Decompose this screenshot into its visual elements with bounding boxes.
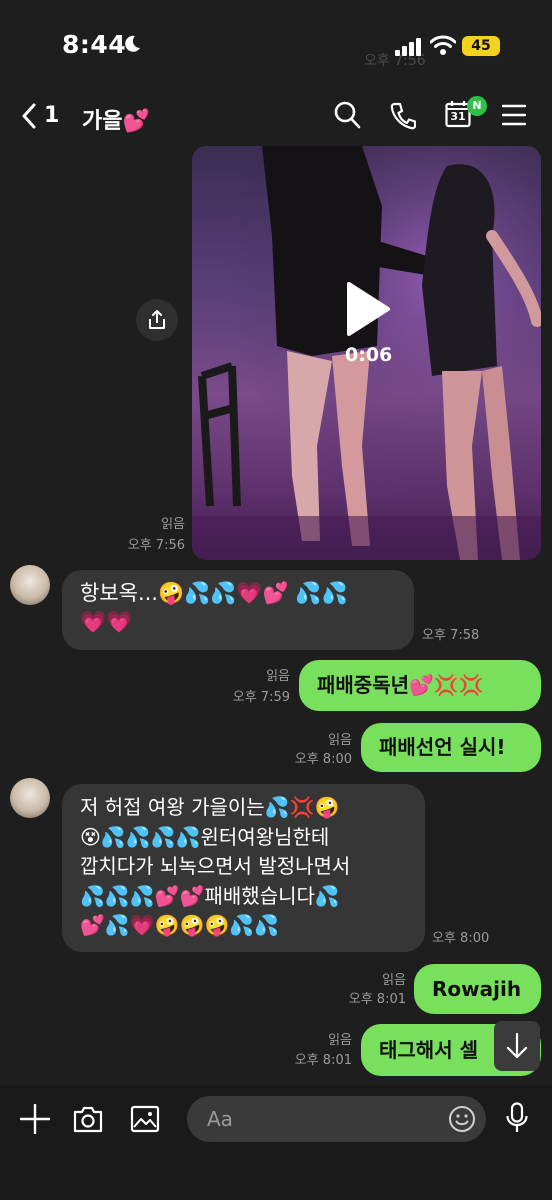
message-line: 항보옥...🤪💦💦💗💕 💦💦 [80, 581, 348, 605]
read-label: 읽음 [382, 973, 406, 988]
play-icon[interactable] [345, 281, 391, 337]
phone-icon[interactable] [390, 102, 416, 130]
avatar[interactable] [10, 565, 50, 605]
arrow-down-icon [506, 1032, 528, 1059]
outgoing-message: Rowajih [414, 964, 541, 1014]
message-line: 💦💦💦💕💕패배했습니다💦 [80, 883, 340, 908]
message-timestamp: 오후 8:01 [348, 992, 406, 1007]
outgoing-message: 패배중독년💕💢💢 [299, 660, 541, 711]
emoji-icon[interactable] [448, 1105, 476, 1133]
menu-icon[interactable] [502, 104, 526, 126]
share-button[interactable] [136, 299, 178, 341]
message-timestamp: 오후 8:01 [294, 1053, 352, 1068]
video-thumbnail[interactable]: 0:06 [192, 146, 541, 560]
video-timestamp: 오후 7:56 [127, 538, 185, 553]
message-timestamp: 오후 8:00 [294, 752, 352, 767]
message-timestamp: 오후 7:59 [232, 690, 290, 705]
message-timestamp: 오후 7:58 [422, 628, 480, 643]
read-label: 읽음 [266, 669, 290, 684]
battery-indicator: 45 [462, 36, 500, 56]
calendar-day: 31 [450, 110, 466, 123]
wifi-icon [430, 35, 456, 55]
microphone-icon[interactable] [505, 1102, 529, 1134]
message-line: 💕💦💗🤪🤪🤪💦💦 [80, 913, 280, 937]
read-label: 읽음 [328, 733, 352, 748]
unread-count[interactable]: 1 [44, 103, 59, 128]
incoming-message: 항보옥...🤪💦💦💗💕 💦💦 💗💗 [62, 570, 414, 650]
calendar-new-badge: N [467, 96, 487, 116]
message-line: 깝치다가 뇌녹으면서 발정나면서 [80, 854, 351, 878]
message-line: 저 허접 여왕 가을이는💦💢🤪 [80, 795, 340, 819]
message-input-placeholder: Aa [207, 1107, 233, 1131]
plus-icon[interactable] [20, 1104, 50, 1134]
scroll-to-bottom-button[interactable] [494, 1021, 540, 1071]
video-read-label: 읽음 [161, 517, 185, 532]
video-duration: 0:06 [345, 344, 393, 366]
back-chevron-icon[interactable] [20, 102, 38, 130]
incoming-message: 저 허접 여왕 가을이는💦💢🤪 😵💦💦💦💦윈터여왕님한테 깝치다가 뇌녹으면서 … [62, 784, 425, 952]
image-icon[interactable] [130, 1105, 160, 1133]
read-label: 읽음 [328, 1033, 352, 1048]
search-icon[interactable] [333, 100, 361, 130]
message-line: 💗💗 [80, 610, 133, 634]
camera-icon[interactable] [72, 1104, 104, 1134]
status-time: 8:44 [62, 30, 127, 59]
signal-icon [395, 38, 421, 56]
share-icon [149, 310, 165, 329]
chat-title[interactable]: 가을💕 [82, 103, 150, 135]
message-line: 😵💦💦💦💦윈터여왕님한테 [80, 824, 330, 849]
outgoing-message: 패배선언 실시! [361, 723, 541, 772]
avatar[interactable] [10, 778, 50, 818]
message-timestamp: 오후 8:00 [432, 931, 490, 946]
moon-icon [125, 35, 140, 52]
